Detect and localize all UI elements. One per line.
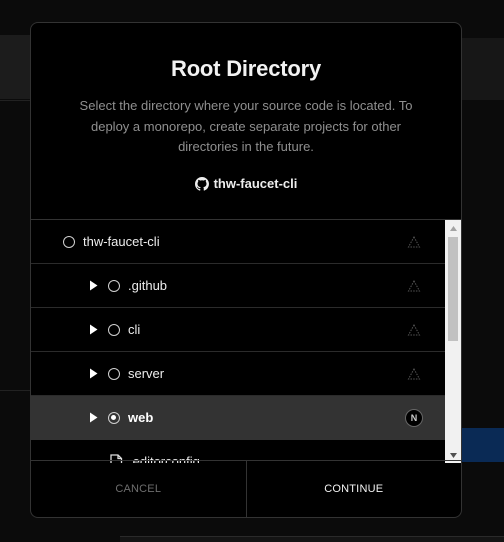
directory-row-root[interactable]: thw-faucet-cli — [31, 220, 445, 264]
directory-name: thw-faucet-cli — [83, 234, 160, 249]
vercel-triangle-icon — [407, 323, 421, 335]
repository-label: thw-faucet-cli — [31, 176, 461, 191]
directory-list: thw-faucet-cli .github cli server web N … — [31, 220, 445, 463]
expand-arrow-icon[interactable] — [87, 367, 99, 381]
background-panel — [462, 38, 504, 100]
modal-footer: CANCEL CONTINUE — [31, 460, 461, 517]
expand-arrow-icon[interactable] — [87, 411, 99, 425]
radio-button[interactable] — [63, 235, 75, 248]
radio-button-selected[interactable] — [108, 411, 120, 424]
repository-name: thw-faucet-cli — [213, 176, 298, 191]
directory-tree: thw-faucet-cli .github cli server web N … — [31, 219, 461, 463]
directory-row-web[interactable]: web N — [31, 396, 445, 440]
directory-row-github[interactable]: .github — [31, 264, 445, 308]
directory-name: .github — [128, 278, 168, 293]
cancel-button[interactable]: CANCEL — [31, 461, 247, 517]
directory-name: web — [128, 410, 154, 425]
radio-button[interactable] — [108, 279, 120, 292]
directory-row-server[interactable]: server — [31, 352, 445, 396]
directory-name: cli — [128, 322, 141, 337]
modal-description: Select the directory where your source c… — [79, 98, 413, 154]
radio-button[interactable] — [108, 367, 120, 380]
github-icon — [194, 176, 209, 191]
directory-name: server — [128, 366, 165, 381]
directory-row-cli[interactable]: cli — [31, 308, 445, 352]
scrollbar-thumb[interactable] — [448, 237, 458, 341]
background-panel — [462, 428, 504, 462]
continue-button[interactable]: CONTINUE — [247, 461, 462, 517]
scroll-up-arrow-icon[interactable] — [445, 220, 461, 236]
background-divider — [0, 100, 30, 101]
nextjs-icon: N — [405, 408, 423, 427]
vertical-scrollbar[interactable] — [445, 220, 461, 463]
modal-header: Root Directory Select the directory wher… — [31, 23, 461, 219]
expand-arrow-icon[interactable] — [87, 279, 99, 293]
root-directory-modal: Root Directory Select the directory wher… — [30, 22, 462, 518]
vercel-triangle-icon — [407, 235, 421, 247]
expand-arrow-icon[interactable] — [87, 323, 99, 337]
background-divider — [0, 390, 30, 391]
vercel-triangle-icon — [407, 367, 421, 379]
background-panel — [120, 536, 504, 542]
background-panel — [0, 35, 30, 99]
vercel-triangle-icon — [407, 279, 421, 291]
radio-button[interactable] — [108, 323, 120, 336]
modal-title: Root Directory — [171, 56, 321, 81]
